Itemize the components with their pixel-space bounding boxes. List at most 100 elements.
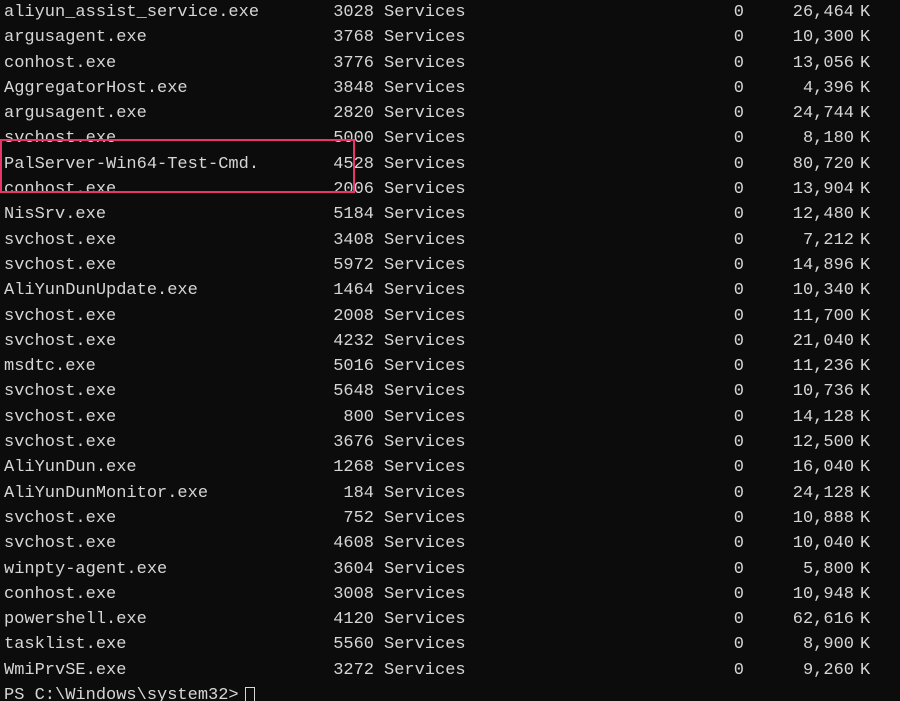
process-pid: 3776: [314, 51, 374, 76]
process-memory: 62,616: [744, 607, 854, 632]
process-session-number: 0: [494, 481, 744, 506]
process-name: conhost.exe: [4, 177, 314, 202]
process-memory-unit: K: [854, 329, 880, 354]
process-session: Services: [374, 430, 494, 455]
process-memory: 14,896: [744, 253, 854, 278]
process-session: Services: [374, 177, 494, 202]
process-session-number: 0: [494, 152, 744, 177]
process-session: Services: [374, 25, 494, 50]
process-row: aliyun_assist_service.exe3028Services026…: [4, 0, 896, 25]
process-memory-unit: K: [854, 76, 880, 101]
process-pid: 4120: [314, 607, 374, 632]
process-memory: 80,720: [744, 152, 854, 177]
process-name: conhost.exe: [4, 582, 314, 607]
process-session-number: 0: [494, 582, 744, 607]
prompt-text: PS C:\Windows\system32>: [4, 683, 239, 701]
process-session: Services: [374, 632, 494, 657]
process-session: Services: [374, 304, 494, 329]
process-memory-unit: K: [854, 557, 880, 582]
process-pid: 5972: [314, 253, 374, 278]
process-row: conhost.exe3776Services013,056K: [4, 51, 896, 76]
process-session-number: 0: [494, 632, 744, 657]
process-memory: 5,800: [744, 557, 854, 582]
process-memory: 12,500: [744, 430, 854, 455]
process-session: Services: [374, 278, 494, 303]
process-row: tasklist.exe5560Services08,900K: [4, 632, 896, 657]
process-session: Services: [374, 354, 494, 379]
process-memory-unit: K: [854, 481, 880, 506]
process-memory-unit: K: [854, 455, 880, 480]
process-memory-unit: K: [854, 658, 880, 683]
cursor-icon: [245, 687, 255, 701]
process-pid: 3604: [314, 557, 374, 582]
process-session: Services: [374, 76, 494, 101]
process-name: AliYunDunMonitor.exe: [4, 481, 314, 506]
process-row: conhost.exe3008Services010,948K: [4, 582, 896, 607]
process-name: svchost.exe: [4, 405, 314, 430]
process-session-number: 0: [494, 557, 744, 582]
process-pid: 3008: [314, 582, 374, 607]
process-name: argusagent.exe: [4, 25, 314, 50]
process-session: Services: [374, 607, 494, 632]
process-pid: 752: [314, 506, 374, 531]
process-row: svchost.exe4608Services010,040K: [4, 531, 896, 556]
process-row: svchost.exe5972Services014,896K: [4, 253, 896, 278]
process-memory-unit: K: [854, 152, 880, 177]
process-memory-unit: K: [854, 0, 880, 25]
process-session: Services: [374, 455, 494, 480]
process-pid: 3028: [314, 0, 374, 25]
process-session: Services: [374, 152, 494, 177]
process-pid: 1464: [314, 278, 374, 303]
process-memory-unit: K: [854, 253, 880, 278]
prompt-line[interactable]: PS C:\Windows\system32>: [4, 683, 896, 701]
process-memory: 12,480: [744, 202, 854, 227]
process-memory: 4,396: [744, 76, 854, 101]
process-name: AliYunDun.exe: [4, 455, 314, 480]
process-session-number: 0: [494, 101, 744, 126]
process-name: conhost.exe: [4, 51, 314, 76]
process-session-number: 0: [494, 430, 744, 455]
process-session: Services: [374, 582, 494, 607]
process-session: Services: [374, 557, 494, 582]
process-pid: 3272: [314, 658, 374, 683]
process-session-number: 0: [494, 126, 744, 151]
process-pid: 3848: [314, 76, 374, 101]
process-session: Services: [374, 658, 494, 683]
process-row: conhost.exe2006Services013,904K: [4, 177, 896, 202]
process-memory-unit: K: [854, 632, 880, 657]
process-name: argusagent.exe: [4, 101, 314, 126]
process-name: svchost.exe: [4, 253, 314, 278]
process-pid: 2008: [314, 304, 374, 329]
process-row: svchost.exe4232Services021,040K: [4, 329, 896, 354]
process-session: Services: [374, 126, 494, 151]
terminal-output[interactable]: aliyun_assist_service.exe3028Services026…: [0, 0, 900, 701]
process-memory: 24,128: [744, 481, 854, 506]
process-name: NisSrv.exe: [4, 202, 314, 227]
process-memory-unit: K: [854, 506, 880, 531]
process-pid: 3408: [314, 228, 374, 253]
process-name: powershell.exe: [4, 607, 314, 632]
process-pid: 2820: [314, 101, 374, 126]
process-memory: 11,700: [744, 304, 854, 329]
process-row: svchost.exe5648Services010,736K: [4, 379, 896, 404]
process-row: AliYunDunUpdate.exe1464Services010,340K: [4, 278, 896, 303]
process-row: svchost.exe3408Services07,212K: [4, 228, 896, 253]
process-name: svchost.exe: [4, 379, 314, 404]
process-session-number: 0: [494, 0, 744, 25]
process-name: PalServer-Win64-Test-Cmd.: [4, 152, 314, 177]
process-session: Services: [374, 0, 494, 25]
process-row: argusagent.exe3768Services010,300K: [4, 25, 896, 50]
process-memory: 13,056: [744, 51, 854, 76]
process-memory-unit: K: [854, 430, 880, 455]
process-memory: 8,180: [744, 126, 854, 151]
process-memory: 21,040: [744, 329, 854, 354]
process-name: svchost.exe: [4, 430, 314, 455]
process-row: svchost.exe2008Services011,700K: [4, 304, 896, 329]
process-session: Services: [374, 531, 494, 556]
process-memory-unit: K: [854, 607, 880, 632]
process-memory: 9,260: [744, 658, 854, 683]
process-session: Services: [374, 253, 494, 278]
process-memory: 13,904: [744, 177, 854, 202]
process-name: svchost.exe: [4, 304, 314, 329]
process-memory: 14,128: [744, 405, 854, 430]
